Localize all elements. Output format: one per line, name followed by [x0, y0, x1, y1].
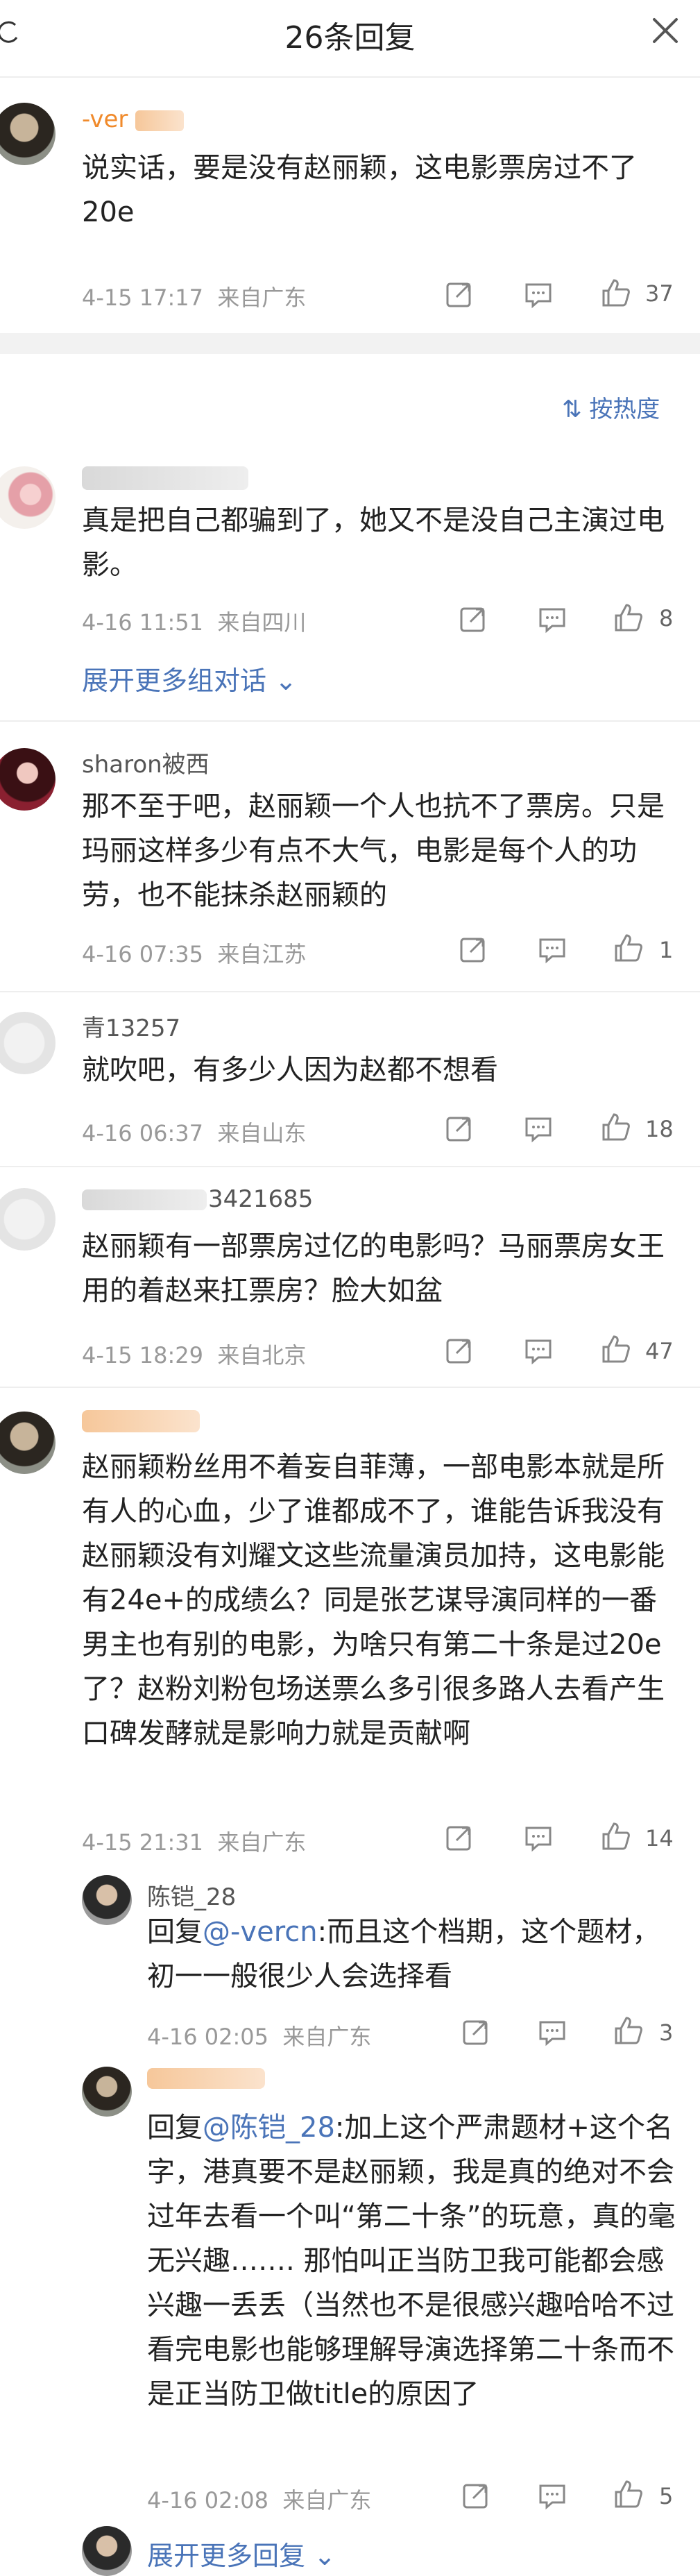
share-icon[interactable] — [444, 1335, 475, 1366]
comment-text: 赵丽颖有一部票房过亿的电影吗？马丽票房女王用的着赵来扛票房？脸大如盆 — [82, 1230, 665, 1307]
share-icon[interactable] — [458, 934, 488, 965]
comment-username[interactable]: sharon被西 — [82, 745, 210, 779]
chevron-down-icon: ⌄ — [266, 666, 297, 696]
comment-icon[interactable] — [523, 1113, 554, 1144]
comment-meta: 4-16 06:37 来自山东 — [82, 1120, 307, 1146]
comment-text: 说实话，要是没有赵丽颖，这电影票房过不了20e — [82, 152, 637, 228]
section-divider — [0, 333, 700, 354]
blurred-username — [82, 466, 248, 490]
share-icon[interactable] — [444, 279, 475, 310]
reply-meta: 4-16 02:08 来自广东 — [147, 2487, 372, 2514]
like-icon[interactable] — [601, 1821, 631, 1852]
like-count: 47 — [645, 1338, 674, 1364]
like-count: 14 — [645, 1825, 674, 1852]
comment-text: 那不至于吧，赵丽颖一个人也抗不了票房。只是玛丽这样多少有点不大气，电影是每个人的… — [82, 790, 665, 911]
mention-link[interactable]: @-vercn — [203, 1916, 318, 1948]
avatar[interactable] — [0, 1188, 56, 1251]
avatar[interactable] — [0, 466, 56, 529]
like-icon[interactable] — [613, 2479, 644, 2509]
sort-button[interactable]: ⇅ 按热度 — [562, 390, 660, 424]
comment-meta: 4-15 18:29 来自北京 — [82, 1342, 307, 1368]
close-icon[interactable] — [650, 15, 681, 46]
divider — [0, 76, 700, 78]
share-icon[interactable] — [461, 2480, 491, 2511]
share-icon[interactable] — [458, 604, 488, 634]
like-count: 8 — [659, 605, 674, 632]
comment-username[interactable]: 青13257 — [82, 1009, 180, 1043]
comment-text: 赵丽颖粉丝用不着妄自菲薄，一部电影本就是所有人的心血，少了谁都成不了，谁能告诉我… — [82, 1451, 665, 1749]
sort-icon: ⇅ — [562, 396, 582, 423]
comment-text: 真是把自己都骗到了，她又不是没自己主演过电影。 — [82, 505, 665, 581]
avatar[interactable] — [0, 103, 56, 165]
avatar[interactable] — [0, 1012, 56, 1074]
like-icon[interactable] — [601, 278, 631, 308]
comment-icon[interactable] — [523, 1335, 554, 1366]
comment-icon[interactable] — [537, 2017, 567, 2047]
comment-icon[interactable] — [537, 604, 567, 634]
comment-meta: 4-16 11:51 来自四川 — [82, 609, 307, 636]
like-count: 37 — [645, 280, 674, 307]
chevron-down-icon: ⌄ — [305, 2541, 336, 2571]
more-replies-link[interactable]: 展开更多回复 ⌄ — [147, 2534, 336, 2573]
like-icon[interactable] — [613, 933, 644, 963]
reply-text: 回复@-vercn:而且这个档期，这个题材，初一一般很少人会选择看 — [147, 1916, 660, 1992]
avatar[interactable] — [82, 2526, 132, 2576]
like-count: 3 — [659, 2019, 674, 2046]
like-count: 5 — [659, 2483, 674, 2509]
comment-icon[interactable] — [523, 1822, 554, 1853]
blurred-username — [147, 2068, 265, 2089]
comment-username[interactable]: 3421685 — [208, 1185, 313, 1213]
comment-text: 就吹吧，有多少人因为赵都不想看 — [82, 1054, 498, 1086]
mention-link[interactable]: @陈铠_28 — [203, 2112, 335, 2144]
blurred-username — [82, 1410, 200, 1432]
comment-meta: 4-15 21:31 来自广东 — [82, 1829, 307, 1856]
comment-meta: 4-15 17:17 来自广东 — [82, 285, 307, 311]
divider — [0, 991, 700, 992]
avatar[interactable] — [0, 748, 56, 811]
avatar[interactable] — [82, 2067, 132, 2117]
like-count: 18 — [645, 1116, 674, 1142]
like-count: 1 — [659, 937, 674, 963]
comment-meta: 4-16 07:35 来自江苏 — [82, 941, 307, 967]
share-icon[interactable] — [444, 1113, 475, 1144]
avatar[interactable] — [82, 1875, 132, 1925]
reply-username[interactable]: 陈铠_28 — [147, 1878, 236, 1912]
reply-text: 回复@陈铠_28:加上这个严肃题材+这个名字，港真要不是赵丽颖，我是真的绝对不会… — [147, 2112, 676, 2410]
divider — [0, 720, 700, 722]
like-icon[interactable] — [601, 1112, 631, 1142]
page-title: 26条回复 — [284, 20, 416, 56]
like-icon[interactable] — [613, 602, 644, 633]
avatar[interactable] — [0, 1412, 56, 1474]
blurred-username — [82, 1189, 207, 1210]
comment-icon[interactable] — [537, 2480, 567, 2511]
share-icon[interactable] — [461, 2017, 491, 2047]
comment-icon[interactable] — [537, 934, 567, 965]
comment-icon[interactable] — [523, 279, 554, 310]
divider — [0, 1166, 700, 1167]
like-icon[interactable] — [601, 1334, 631, 1364]
share-icon[interactable] — [444, 1822, 475, 1853]
expand-dialog-link[interactable]: 展开更多组对话 ⌄ — [82, 659, 297, 697]
comment-username[interactable]: -ver — [82, 105, 185, 133]
divider — [0, 1387, 700, 1388]
reply-meta: 4-16 02:05 来自广东 — [147, 2024, 372, 2050]
like-icon[interactable] — [613, 2015, 644, 2046]
